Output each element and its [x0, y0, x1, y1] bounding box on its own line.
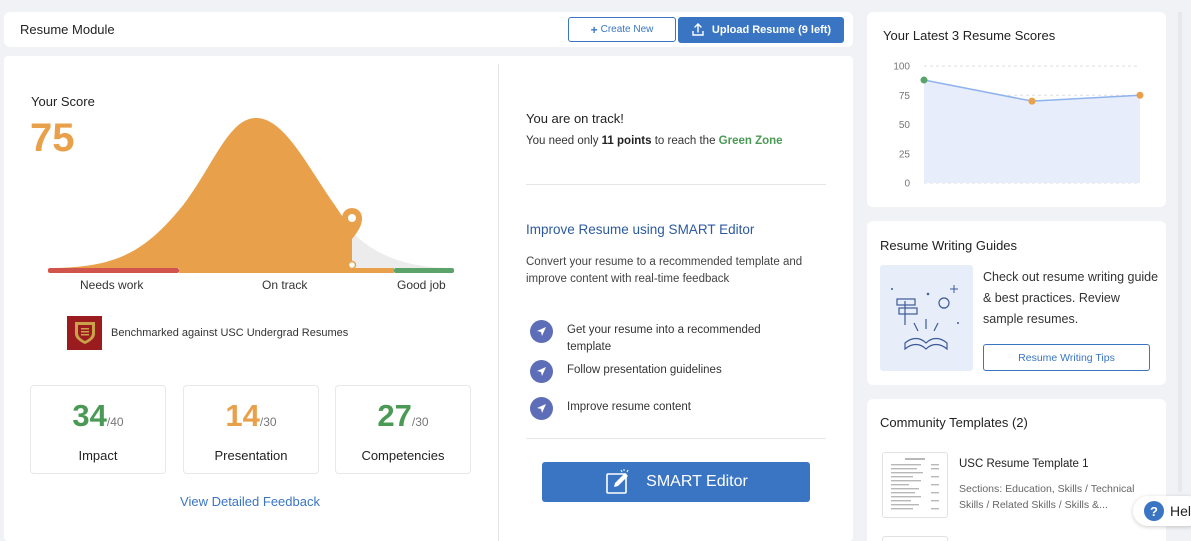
chart-y-tick-label: 25	[899, 149, 911, 160]
smart-editor-title: Improve Resume using SMART Editor	[526, 222, 755, 237]
guide-description: Check out resume writing guide & best pr…	[983, 270, 1159, 326]
status-green-zone: Green Zone	[718, 135, 783, 147]
navigation-arrow-icon	[530, 397, 553, 420]
chart-y-tick-label: 75	[899, 91, 911, 102]
plus-icon: +	[590, 22, 598, 37]
smart-editor-button-label: SMART Editor	[646, 473, 748, 490]
status-sub-middle: to reach the	[651, 135, 719, 147]
metric-label: Competencies	[361, 448, 445, 463]
status-sub-prefix: You need only	[526, 135, 602, 147]
help-label: Hel	[1170, 503, 1191, 519]
scale-bar-green	[394, 268, 454, 273]
navigation-arrow-icon	[530, 320, 553, 343]
metric-value: 34	[72, 398, 107, 433]
status-title: You are on track!	[526, 111, 624, 126]
template-thumbnail[interactable]	[882, 452, 948, 518]
upload-resume-button[interactable]: Upload Resume (9 left)	[678, 17, 844, 43]
page-scrollbar[interactable]	[1178, 12, 1182, 492]
scale-label-good-job: Good job	[397, 278, 446, 292]
bell-remaining-area	[352, 232, 454, 268]
smart-step-text: Follow presentation guidelines	[567, 364, 722, 376]
chart-y-tick-label: 100	[893, 62, 910, 73]
create-new-button[interactable]: + Create New	[568, 17, 676, 42]
navigation-arrow-icon	[530, 360, 553, 383]
benchmark-text: Benchmarked against USC Undergrad Resume…	[111, 327, 349, 339]
status-points: 11 points	[601, 135, 652, 147]
community-templates-card: Community Templates (2) USC Resume Templ…	[867, 399, 1166, 541]
smart-editor-button[interactable]: SMART Editor	[542, 462, 810, 502]
metric-max: /30	[411, 415, 429, 429]
score-label: Your Score	[31, 94, 95, 109]
help-widget[interactable]: ? Hel	[1133, 496, 1191, 526]
chart-y-tick-label: 0	[904, 179, 910, 190]
score-bell-curve	[48, 118, 454, 273]
latest-scores-chart: 100 75 50 25 0	[893, 62, 1144, 190]
module-title: Resume Module	[20, 22, 115, 37]
usc-crest-logo	[67, 316, 102, 350]
section-divider	[526, 184, 826, 185]
scale-bar-orange	[179, 268, 394, 273]
community-templates-title: Community Templates (2)	[880, 415, 1028, 430]
chart-data-point[interactable]	[1028, 97, 1036, 105]
upload-resume-label: Upload Resume (9 left)	[711, 24, 832, 36]
create-new-label: Create New	[600, 24, 654, 35]
scale-label-needs-work: Needs work	[80, 278, 144, 292]
metric-value: 27	[377, 398, 412, 433]
smart-step-text: Get your resume into a recommended templ…	[567, 324, 761, 353]
template-thumbnail[interactable]	[882, 536, 948, 541]
help-icon: ?	[1144, 501, 1164, 521]
smart-step: Improve resume content	[530, 397, 797, 420]
smart-step: Get your resume into a recommended templ…	[530, 320, 797, 356]
guide-illustration	[880, 265, 973, 371]
metric-max: /40	[106, 415, 124, 429]
metric-label: Presentation	[214, 448, 288, 463]
metric-card-presentation: 14/30 Presentation	[183, 385, 319, 474]
score-panel: Your Score 75 Needs work On track Good j…	[4, 56, 853, 541]
smart-editor-description: Convert your resume to a recommended tem…	[526, 256, 803, 285]
template-name[interactable]: USC Resume Template 1	[959, 458, 1089, 470]
template-description: Sections: Education, Skills / Technical …	[959, 483, 1135, 511]
resume-writing-tips-button[interactable]: Resume Writing Tips	[983, 344, 1150, 371]
chart-y-tick-label: 50	[899, 120, 911, 131]
metric-value: 14	[225, 398, 260, 433]
status-subtitle: You need only 11 points to reach the Gre…	[526, 135, 783, 147]
view-detailed-feedback-link[interactable]: View Detailed Feedback	[30, 494, 470, 509]
metric-card-impact: 34/40 Impact	[30, 385, 166, 474]
writing-guides-card: Resume Writing Guides Check out resume w…	[867, 221, 1166, 385]
metric-label: Impact	[78, 448, 118, 463]
upload-icon	[692, 23, 704, 36]
chart-data-point[interactable]	[1136, 91, 1144, 99]
latest-scores-card: Your Latest 3 Resume Scores 100 75 50 25 0	[867, 12, 1166, 207]
metric-max: /30	[259, 415, 277, 429]
writing-guides-title: Resume Writing Guides	[880, 238, 1018, 253]
smart-step-text: Improve resume content	[567, 401, 692, 413]
smart-step: Follow presentation guidelines	[530, 360, 797, 383]
benchmark-row: Benchmarked against USC Undergrad Resume…	[67, 316, 348, 350]
panel-divider	[498, 64, 499, 541]
section-divider	[526, 438, 826, 439]
scale-label-on-track: On track	[262, 278, 308, 292]
module-header: Resume Module + Create New Upload Resume…	[4, 12, 853, 47]
edit-icon	[606, 469, 629, 494]
scale-bar-red	[48, 268, 179, 273]
metric-card-competencies: 27/30 Competencies	[335, 385, 471, 474]
chart-data-point[interactable]	[920, 76, 928, 84]
bell-filled-area	[48, 118, 352, 268]
